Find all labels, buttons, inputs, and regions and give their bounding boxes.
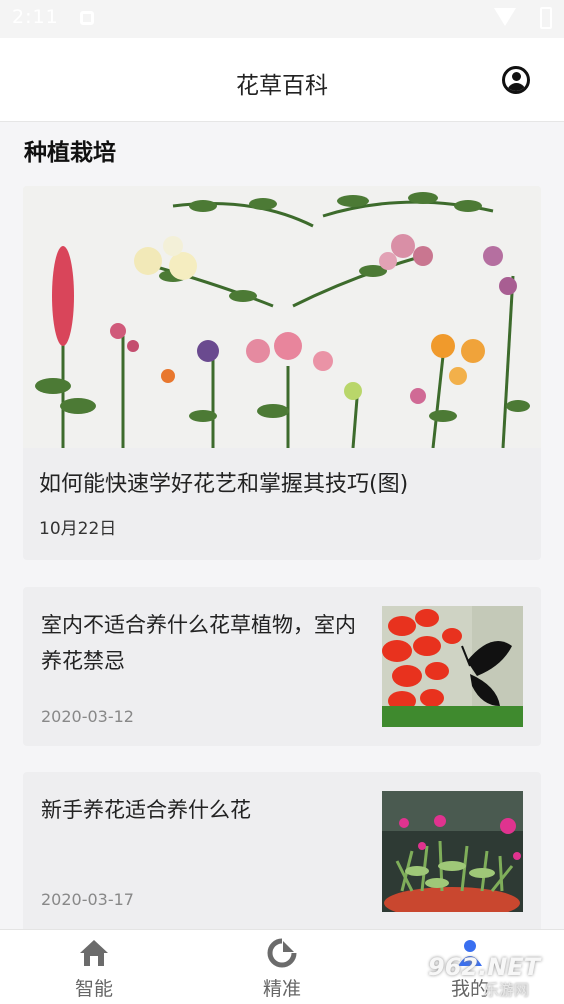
article-thumbnail-plant	[382, 791, 523, 912]
tab-label: 精准	[262, 978, 301, 1000]
section-title: 种植栽培	[24, 140, 116, 166]
status-bar: 2:11	[0, 0, 564, 38]
refresh-icon	[267, 938, 297, 968]
battery-icon	[540, 7, 552, 29]
article-date: 2020-03-12	[41, 707, 134, 726]
page-title: 花草百科	[236, 73, 328, 99]
tab-label: 智能	[74, 978, 113, 1000]
featured-flowers-image	[23, 186, 541, 448]
article-title: 新手养花适合养什么花	[41, 798, 251, 822]
app-header: 花草百科	[0, 38, 564, 122]
featured-article-title: 如何能快速学好花艺和掌握其技巧(图)	[39, 472, 409, 497]
featured-article-date: 10月22日	[39, 519, 117, 539]
watermark-sub: 乐游网	[484, 981, 530, 999]
status-time: 2:11	[12, 6, 59, 28]
article-title: 室内不适合养什么花草植物，室内养花禁忌	[41, 613, 356, 673]
tab-smart[interactable]: 智能	[0, 930, 188, 1004]
article-card[interactable]: 室内不适合养什么花草植物，室内养花禁忌 2020-03-12	[23, 587, 541, 746]
article-card[interactable]: 新手养花适合养什么花 2020-03-17	[23, 772, 541, 942]
watermark-logo: 962.NET 乐游网	[424, 949, 562, 999]
user-icon[interactable]	[502, 66, 530, 94]
tab-precise[interactable]: 精准	[188, 930, 376, 1004]
featured-article-card[interactable]: 如何能快速学好花艺和掌握其技巧(图) 10月22日	[23, 186, 541, 560]
article-date: 2020-03-17	[41, 890, 134, 909]
watermark-brand: 962.NET	[428, 953, 541, 981]
wifi-icon	[494, 8, 516, 26]
article-thumbnail-butterfly	[382, 606, 523, 727]
home-icon	[80, 940, 108, 966]
notification-icon	[80, 11, 94, 25]
